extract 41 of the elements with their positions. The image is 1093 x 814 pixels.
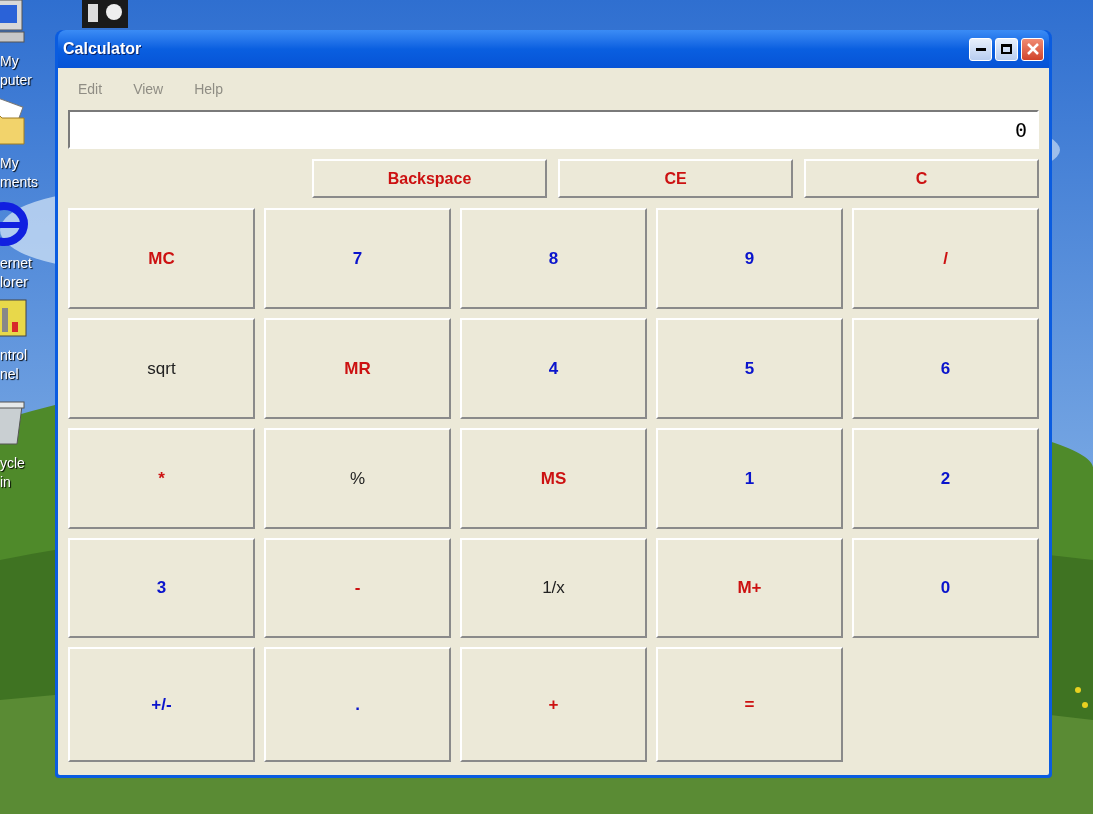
desktop-icon-label[interactable]: ycle in xyxy=(0,454,25,492)
maximize-button[interactable] xyxy=(995,37,1018,61)
calculator-key[interactable]: 6 xyxy=(852,318,1039,419)
calculator-key[interactable]: 9 xyxy=(656,208,843,309)
desktop-icon-label[interactable]: ntrol nel xyxy=(0,346,28,384)
calculator-key[interactable]: 1/x xyxy=(460,538,647,638)
calculator-key[interactable]: + xyxy=(460,647,647,762)
calculator-key[interactable]: CE xyxy=(558,159,793,198)
close-icon xyxy=(1026,43,1039,55)
menu-item[interactable]: Help xyxy=(194,78,223,100)
calculator-key[interactable]: . xyxy=(264,647,451,762)
menu-item[interactable]: Edit xyxy=(78,78,103,100)
calculator-key[interactable]: 0 xyxy=(852,538,1039,638)
calculator-key[interactable]: 8 xyxy=(460,208,647,309)
calculator-key[interactable]: MR xyxy=(264,318,451,419)
minimize-button[interactable] xyxy=(969,37,992,61)
calculator-key[interactable]: C xyxy=(804,159,1039,198)
calculator-key[interactable]: Backspace xyxy=(312,159,547,198)
desktop-icon-label[interactable]: My ments xyxy=(0,154,39,192)
calculator-key[interactable]: sqrt xyxy=(68,318,255,419)
calculator-key[interactable]: 1 xyxy=(656,428,843,529)
calculator-key[interactable]: - xyxy=(264,538,451,638)
calculator-key[interactable]: 5 xyxy=(656,318,843,419)
menu-item[interactable]: View xyxy=(133,78,164,100)
calculator-key[interactable]: 4 xyxy=(460,318,647,419)
calculator-key[interactable]: 2 xyxy=(852,428,1039,529)
calculator-key[interactable]: MS xyxy=(460,428,647,529)
calculator-key[interactable]: MC xyxy=(68,208,255,309)
calculator-key[interactable]: % xyxy=(264,428,451,529)
calculator-key[interactable]: / xyxy=(852,208,1039,309)
window-title: Calculator xyxy=(63,39,142,59)
calculator-key[interactable]: * xyxy=(68,428,255,529)
calculator-key[interactable]: M+ xyxy=(656,538,843,638)
desktop-icon-label[interactable]: My puter xyxy=(0,52,32,90)
display-value: 0 xyxy=(1014,116,1027,144)
calculator-key[interactable]: = xyxy=(656,647,843,762)
calculator-key[interactable]: 7 xyxy=(264,208,451,309)
calculator-key[interactable]: +/- xyxy=(68,647,255,762)
desktop-icon-label[interactable]: ernet lorer xyxy=(0,254,32,292)
calculator-key[interactable]: 3 xyxy=(68,538,255,638)
close-button[interactable] xyxy=(1021,37,1044,61)
